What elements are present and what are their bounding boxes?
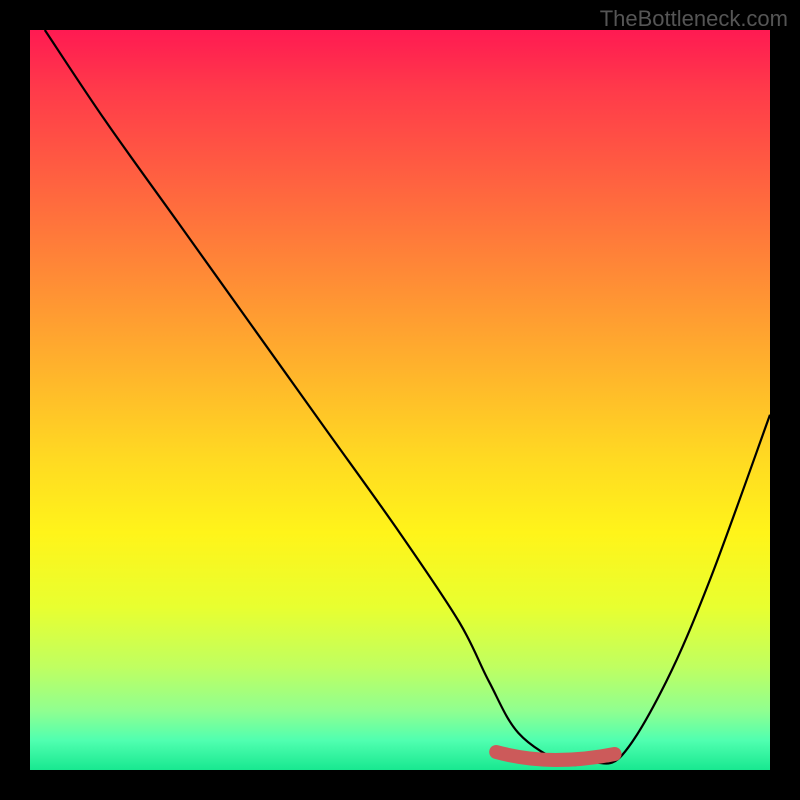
optimal-range-marker (496, 752, 614, 760)
watermark-text: TheBottleneck.com (600, 6, 788, 32)
bottleneck-curve (45, 30, 770, 765)
plot-area (30, 30, 770, 770)
chart-svg (30, 30, 770, 770)
